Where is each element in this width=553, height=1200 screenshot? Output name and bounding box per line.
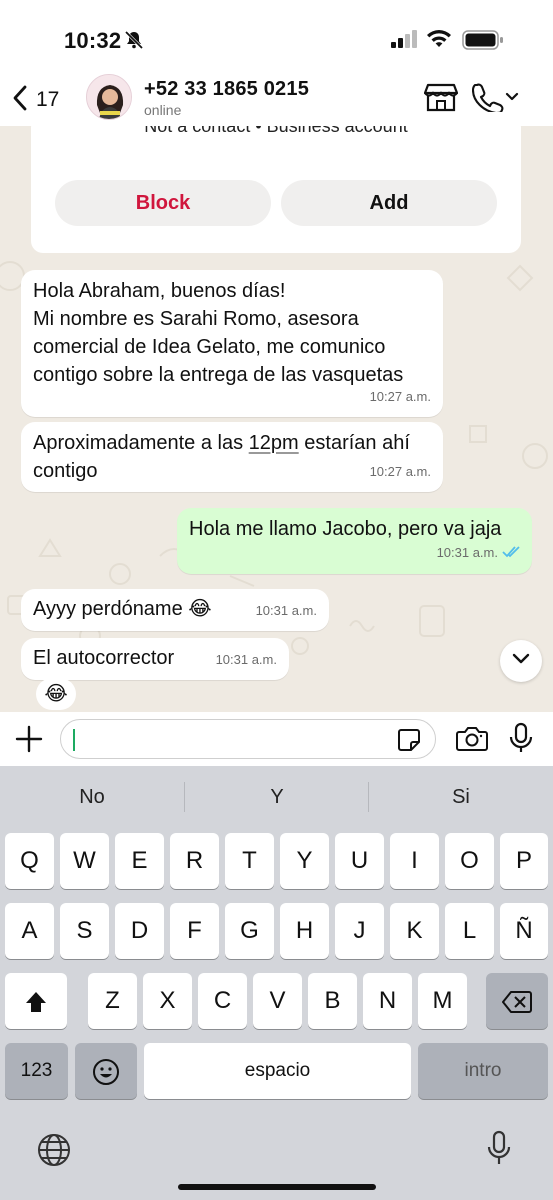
return-key[interactable]: intro [418,1043,548,1099]
suggestion-no[interactable]: No [0,766,184,828]
camera-icon[interactable] [456,726,488,757]
key-g[interactable]: G [225,903,274,959]
chevron-down-icon [512,652,530,670]
contact-info-card: Not a contact • Business account Block A… [31,126,521,253]
message-bubble-incoming[interactable]: Aproximadamente a las 12pm estarían ahí … [21,422,443,492]
time-link[interactable]: 12pm [249,432,299,454]
suggestion-si[interactable]: Si [369,766,553,828]
key-d[interactable]: D [115,903,164,959]
numbers-key[interactable]: 123 [5,1043,68,1099]
sticker-icon[interactable] [397,728,421,757]
status-bar: 10:32 [0,0,553,78]
key-w[interactable]: W [60,833,109,889]
message-reaction[interactable]: 😂 [36,678,76,710]
microphone-icon[interactable] [508,722,534,759]
add-contact-button[interactable]: Add [281,180,497,226]
key-u[interactable]: U [335,833,384,889]
key-v[interactable]: V [253,973,302,1029]
text-caret [73,729,75,751]
key-q[interactable]: Q [5,833,54,889]
emoji-icon [92,1057,120,1085]
compose-bar [0,712,553,766]
chevron-left-icon [12,85,28,116]
message-input[interactable] [60,719,436,759]
key-i[interactable]: I [390,833,439,889]
key-j[interactable]: J [335,903,384,959]
suggestion-y[interactable]: Y [185,766,369,828]
contact-info-text: Not a contact • Business account [144,126,408,136]
shift-icon [24,987,48,1014]
key-e[interactable]: E [115,833,164,889]
message-bubble-incoming[interactable]: Hola Abraham, buenos días! Mi nombre es … [21,270,443,417]
phone-icon[interactable] [471,82,520,117]
message-bubble-incoming[interactable]: Ayyy perdóname 😂 10:31 a.m. [21,589,329,631]
signal-icon [391,30,419,53]
double-check-icon [502,540,522,568]
backspace-key[interactable] [486,973,548,1029]
back-button[interactable]: 17 [12,85,72,116]
chevron-down-icon [505,92,519,101]
block-button[interactable]: Block [55,180,271,226]
message-text: Hola Abraham, buenos días! Mi nombre es … [33,280,404,386]
chat-area[interactable]: Not a contact • Business account Block A… [0,126,553,712]
key-x[interactable]: X [143,973,192,1029]
key-n-tilde[interactable]: Ñ [500,903,548,959]
key-y[interactable]: Y [280,833,329,889]
key-z[interactable]: Z [88,973,137,1029]
store-icon[interactable] [423,82,459,117]
dictation-microphone-icon[interactable] [486,1130,512,1173]
avatar[interactable] [86,74,132,120]
emoji-key[interactable] [75,1043,137,1099]
space-key[interactable]: espacio [144,1043,411,1099]
key-s[interactable]: S [60,903,109,959]
shift-key[interactable] [5,973,67,1029]
key-b[interactable]: B [308,973,357,1029]
message-text: Ayyy perdóname 😂 [33,598,212,620]
key-h[interactable]: H [280,903,329,959]
contact-status: online [144,102,182,118]
key-l[interactable]: L [445,903,494,959]
key-r[interactable]: R [170,833,219,889]
key-p[interactable]: P [500,833,548,889]
message-time: 10:31 a.m. [437,539,522,568]
key-m[interactable]: M [418,973,467,1029]
message-text: El autocorrector [33,647,175,669]
home-indicator[interactable] [178,1184,376,1190]
unread-count: 17 [36,88,60,111]
bell-slash-icon [124,30,144,55]
wifi-icon [426,29,452,54]
key-n[interactable]: N [363,973,412,1029]
message-bubble-incoming[interactable]: El autocorrector 10:31 a.m. [21,638,289,680]
key-f[interactable]: F [170,903,219,959]
message-time: 10:27 a.m. [369,389,431,404]
globe-icon[interactable] [36,1132,72,1173]
keyboard: No Y Si Q W E R T Y U I O P A S D F G H … [0,766,553,1200]
key-c[interactable]: C [198,973,247,1029]
status-time: 10:32 [64,28,122,53]
contact-name[interactable]: +52 33 1865 0215 [144,78,309,101]
key-k[interactable]: K [390,903,439,959]
message-time: 10:27 a.m. [369,464,431,479]
message-time: 10:31 a.m. [215,652,277,667]
message-time: 10:31 a.m. [255,603,317,618]
key-t[interactable]: T [225,833,274,889]
key-o[interactable]: O [445,833,494,889]
key-a[interactable]: A [5,903,54,959]
chat-header: 17 +52 33 1865 0215 online [0,72,553,126]
battery-icon [462,30,504,55]
scroll-to-bottom-button[interactable] [500,640,542,682]
backspace-icon [502,987,532,1014]
message-bubble-outgoing[interactable]: Hola me llamo Jacobo, pero va jaja 10:31… [177,508,532,574]
plus-icon[interactable] [14,724,44,759]
